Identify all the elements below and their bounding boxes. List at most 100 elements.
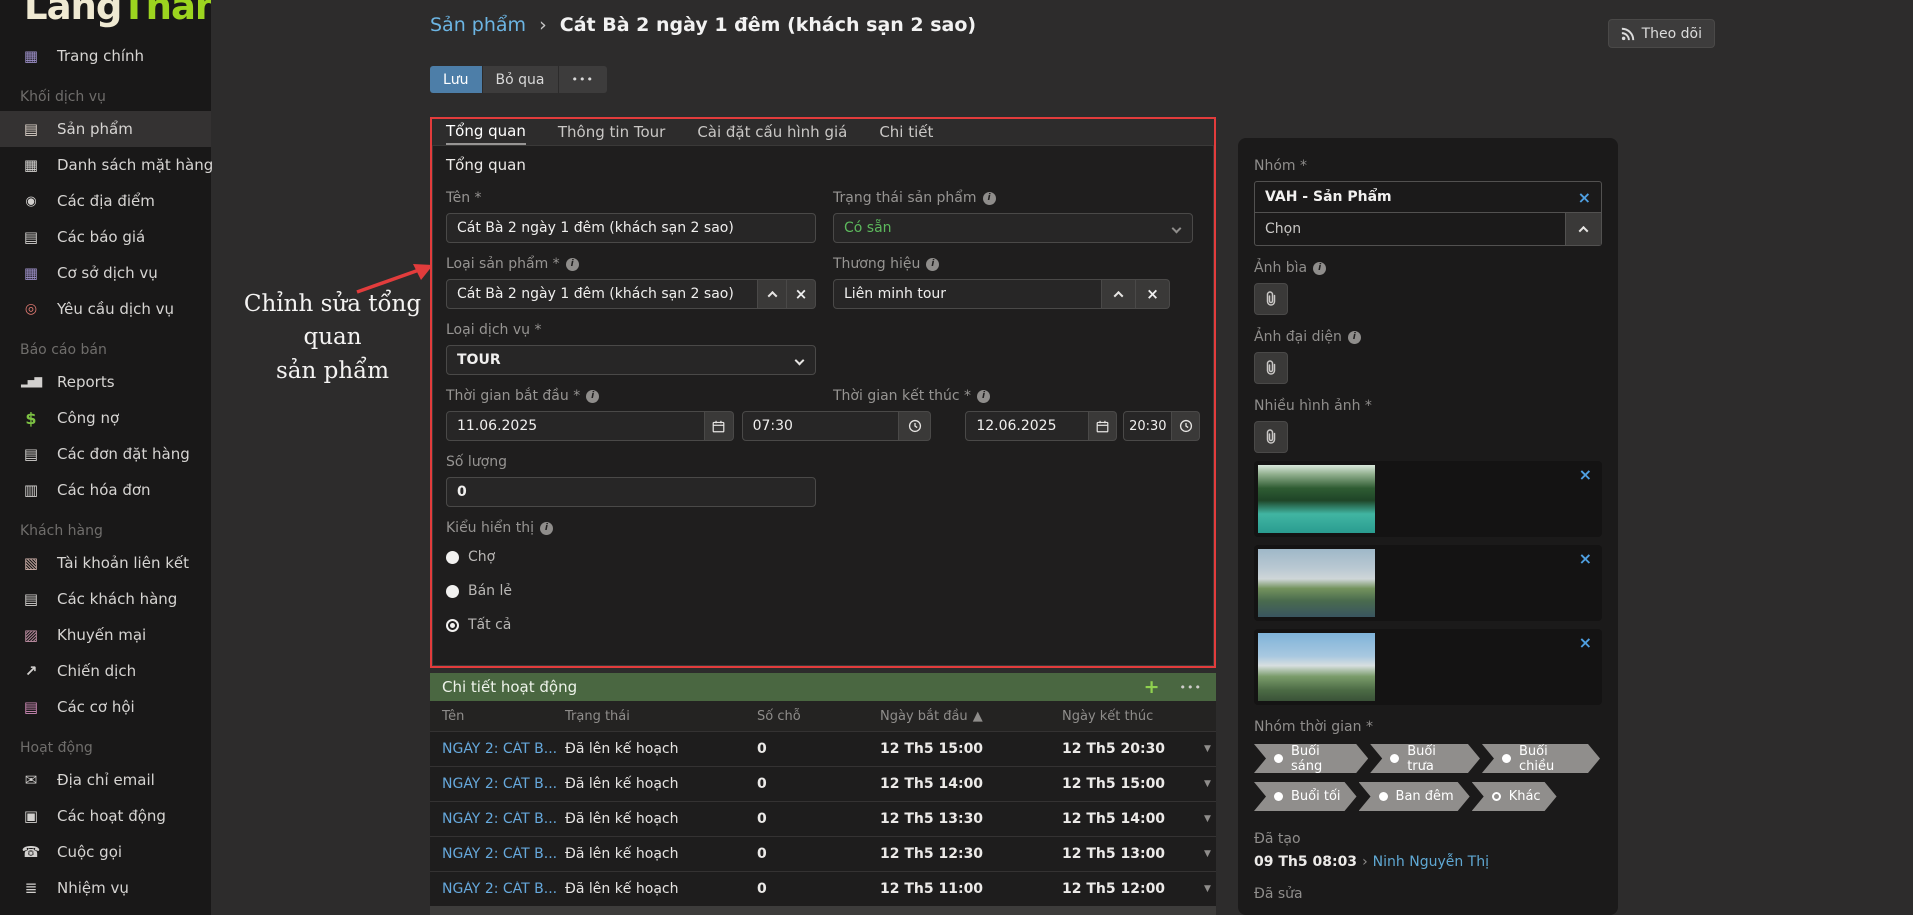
col-trang-thai[interactable]: Trạng thái [565,709,757,724]
save-button[interactable]: Lưu [430,66,482,93]
dot-icon [1502,754,1511,763]
sidebar-item-cac-bao-gia[interactable]: ▤ Các báo giá [0,219,211,255]
more-actions-button[interactable]: ••• [558,66,607,93]
follow-button[interactable]: Theo dõi [1608,19,1715,48]
sidebar-item-cong-no[interactable]: $ Công nợ [0,400,211,436]
sidebar-item-cac-don-dat-hang[interactable]: ▤ Các đơn đặt hàng [0,436,211,472]
sidebar-item-cac-co-hoi[interactable]: ▤ Các cơ hội [0,689,211,725]
activity-name-link[interactable]: NGÀY 2: CÁT B... [442,776,565,792]
info-icon: i [540,522,553,535]
end-time-clock-button[interactable] [1172,411,1200,441]
brand-clear-button[interactable]: × [1136,279,1170,309]
end-time-input[interactable] [1123,411,1172,441]
sidebar-item-chien-dich[interactable]: ↗ Chiến dịch [0,653,211,689]
row-dropdown-caret[interactable]: ▼ [1204,744,1228,754]
tag-buoi-toi[interactable]: Buổi tối [1254,782,1357,811]
radio-ban-le[interactable]: Bán lẻ [446,577,1200,605]
add-activity-button[interactable]: + [1144,676,1160,698]
name-field-label: Tên * [446,190,816,206]
sidebar-item-tai-khoan-lien-ket[interactable]: ▧ Tài khoản liên kết [0,545,211,581]
start-date-calendar-button[interactable] [705,411,734,441]
breadcrumb-parent-link[interactable]: Sản phẩm [430,14,526,36]
activity-name-link[interactable]: NGÀY 2: CÁT B... [442,846,565,862]
start-date-input[interactable] [446,411,705,441]
radio-tat-ca[interactable]: Tất cả [446,611,1200,639]
tag-buoi-chieu[interactable]: Buổi chiều [1482,744,1600,773]
name-input[interactable] [446,213,816,243]
start-time-clock-button[interactable] [899,411,931,441]
brand-expand-button[interactable] [1102,279,1136,309]
sidebar: LangThang ▦ Trang chính Khối dịch vụ ▤ S… [0,0,211,915]
product-photo-lagoon[interactable] [1258,465,1375,533]
status-select[interactable]: Có sẵn [833,213,1193,243]
sidebar-item-cac-khach-hang[interactable]: ▤ Các khách hàng [0,581,211,617]
sidebar-item-danh-sach-mat-hang[interactable]: ▦ Danh sách mặt hàng [0,147,211,183]
cover-attach-button[interactable] [1254,283,1288,315]
sidebar-item-nhiem-vu[interactable]: ≣ Nhiệm vụ [0,870,211,906]
sidebar-item-cac-hoa-don[interactable]: ▥ Các hóa đơn [0,472,211,508]
remove-photo-button[interactable]: × [1579,633,1592,652]
row-dropdown-caret[interactable]: ▼ [1204,814,1228,824]
sidebar-item-cuoc-goi[interactable]: ☎ Cuộc gọi [0,834,211,870]
tab-chi-tiet[interactable]: Chi tiết [879,119,933,145]
tag-ban-dem[interactable]: Ban đêm [1359,782,1470,811]
end-date-input[interactable] [965,411,1089,441]
product-photo-viewpoint[interactable] [1258,633,1375,701]
tag-khac[interactable]: Khác [1472,782,1557,811]
created-meta: 09 Th5 08:03›Ninh Nguyễn Thị [1254,854,1602,870]
info-icon: i [926,258,939,271]
col-ngay-bat-dau[interactable]: Ngày bắt đầu▲ [880,709,1062,724]
sidebar-item-cac-hoat-dong[interactable]: ▣ Các hoạt động [0,798,211,834]
tab-cai-dat-cau-hinh-gia[interactable]: Cài đặt cấu hình giá [697,119,847,145]
sidebar-item-yeu-cau-dich-vu[interactable]: ◎ Yêu cầu dịch vụ [0,291,211,327]
tab-tong-quan[interactable]: Tổng quan [446,119,526,145]
activity-name-link[interactable]: NGÀY 2: CÁT B... [442,811,565,827]
activity-name-link[interactable]: NGÀY 2: CÁT B... [442,881,565,897]
group-label: Nhóm * [1254,158,1602,174]
sidebar-item-cac-dia-diem[interactable]: ◉ Các địa điểm [0,183,211,219]
sidebar-item-dia-chi-email[interactable]: ✉ Địa chỉ email [0,762,211,798]
sidebar-item-reports[interactable]: ▂▅▇ Reports [0,364,211,400]
product-type-expand-button[interactable] [758,279,787,309]
quantity-input[interactable] [446,477,816,507]
remove-photo-button[interactable]: × [1579,549,1592,568]
col-so-cho[interactable]: Số chỗ [757,709,880,724]
group-remove-button[interactable]: × [1578,188,1591,207]
activities-calendar-icon: ▣ [20,807,42,825]
service-type-select[interactable]: TOUR [446,345,816,375]
sidebar-item-san-pham[interactable]: ▤ Sản phẩm [0,111,211,147]
brand-input[interactable] [833,279,1102,309]
product-type-clear-button[interactable]: × [787,279,816,309]
col-ten[interactable]: Tên [442,709,565,724]
row-dropdown-caret[interactable]: ▼ [1204,884,1228,894]
group-expand-button[interactable] [1565,213,1601,245]
brand-combo: × [833,279,1170,309]
tab-thong-tin-tour[interactable]: Thông tin Tour [558,119,665,145]
sidebar-section-hoat-dong: Hoạt động [0,732,211,762]
remove-photo-button[interactable]: × [1579,465,1592,484]
row-dropdown-caret[interactable]: ▼ [1204,779,1228,789]
sidebar-item-trang-chinh[interactable]: ▦ Trang chính [0,38,211,74]
sidebar-section-bao-cao-ban: Báo cáo bán [0,334,211,364]
start-time-input[interactable] [742,411,900,441]
end-date-calendar-button[interactable] [1089,411,1117,441]
sidebar-item-co-so-dich-vu[interactable]: ▦ Cơ sở dịch vụ [0,255,211,291]
tag-buoi-trua[interactable]: Buổi trưa [1370,744,1480,773]
app-logo[interactable]: LangThang [0,0,211,36]
discard-button[interactable]: Bỏ qua [482,66,558,93]
group-select-placeholder[interactable]: Chọn [1255,213,1565,245]
chevron-up-icon [767,290,777,300]
row-dropdown-caret[interactable]: ▼ [1204,849,1228,859]
sidebar-item-khuyen-mai[interactable]: ▨ Khuyến mại [0,617,211,653]
col-ngay-ket-thuc[interactable]: Ngày kết thúc [1062,709,1204,724]
gallery-attach-button[interactable] [1254,421,1288,453]
avatar-attach-button[interactable] [1254,352,1288,384]
created-user-link[interactable]: Ninh Nguyễn Thị [1373,854,1489,870]
product-photo-town[interactable] [1258,549,1375,617]
activity-more-button[interactable]: ••• [1180,681,1202,694]
tag-buoi-sang[interactable]: Buổi sáng [1254,744,1368,773]
product-type-input[interactable] [446,279,758,309]
radio-cho[interactable]: Chợ [446,543,1200,571]
dot-icon [1274,792,1283,801]
activity-name-link[interactable]: NGÀY 2: CÁT B... [442,741,565,757]
